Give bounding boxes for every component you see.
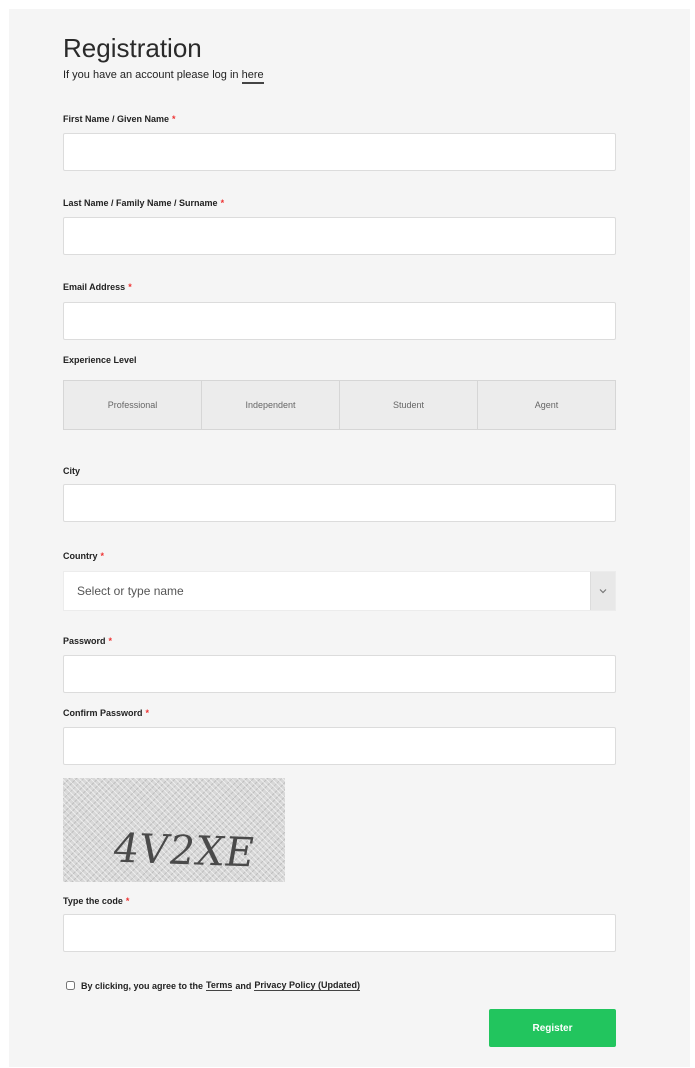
required-mark: * [128, 282, 132, 292]
email-label-text: Email Address [63, 282, 126, 292]
required-mark: * [220, 198, 225, 208]
required-mark: * [145, 708, 150, 718]
country-select-placeholder: Select or type name [77, 584, 184, 598]
last-name-label-text: Last Name / Family Name / Surname [63, 198, 218, 208]
city-input[interactable] [63, 484, 616, 522]
last-name-input[interactable] [63, 217, 616, 255]
experience-option-independent[interactable]: Independent [202, 381, 340, 429]
required-mark: * [172, 114, 176, 124]
required-mark: * [125, 896, 130, 906]
experience-level-label: Experience Level [63, 355, 137, 365]
agreement-and-text: and [235, 980, 252, 991]
agreement-text: By clicking, you agree to the [81, 980, 204, 991]
email-input[interactable] [63, 302, 616, 340]
experience-option-professional[interactable]: Professional [64, 381, 202, 429]
captcha-image: 4V2XE [63, 778, 285, 882]
login-prompt: If you have an account please log in her… [63, 68, 264, 84]
password-label-text: Password [63, 636, 106, 646]
chevron-down-icon[interactable] [590, 572, 615, 610]
experience-option-student[interactable]: Student [340, 381, 478, 429]
required-mark: * [108, 636, 113, 646]
captcha-code-label: Type the code * [63, 895, 129, 907]
password-input[interactable] [63, 655, 616, 693]
first-name-label: First Name / Given Name * [63, 113, 176, 125]
agreement-checkbox[interactable] [66, 981, 75, 990]
confirm-password-input[interactable] [63, 727, 616, 765]
password-label: Password * [63, 635, 112, 647]
login-link[interactable]: here [241, 69, 264, 84]
first-name-input[interactable] [63, 133, 616, 171]
confirm-password-label: Confirm Password * [63, 707, 149, 719]
last-name-label: Last Name / Family Name / Surname * [63, 197, 224, 209]
confirm-password-label-text: Confirm Password [63, 708, 143, 718]
required-mark: * [100, 551, 105, 561]
terms-link[interactable]: Terms [206, 980, 233, 991]
experience-level-selector: Professional Independent Student Agent [63, 380, 616, 430]
captcha-code-label-text: Type the code [63, 896, 123, 906]
email-label: Email Address * [63, 281, 132, 293]
city-label: City [63, 466, 81, 476]
page-title: Registration [63, 33, 202, 63]
country-label-text: Country [63, 551, 98, 561]
country-select[interactable]: Select or type name [63, 571, 616, 611]
captcha-text: 4V2XE [109, 825, 260, 877]
country-label: Country * [63, 550, 104, 562]
privacy-policy-link[interactable]: Privacy Policy (Updated) [254, 980, 360, 991]
first-name-label-text: First Name / Given Name [63, 114, 170, 124]
register-button[interactable]: Register [489, 1009, 616, 1047]
experience-option-agent[interactable]: Agent [478, 381, 615, 429]
agreement-row: By clicking, you agree to the Terms and … [66, 980, 363, 991]
login-prompt-text: If you have an account please log in [63, 69, 239, 81]
captcha-code-input[interactable] [63, 914, 616, 952]
